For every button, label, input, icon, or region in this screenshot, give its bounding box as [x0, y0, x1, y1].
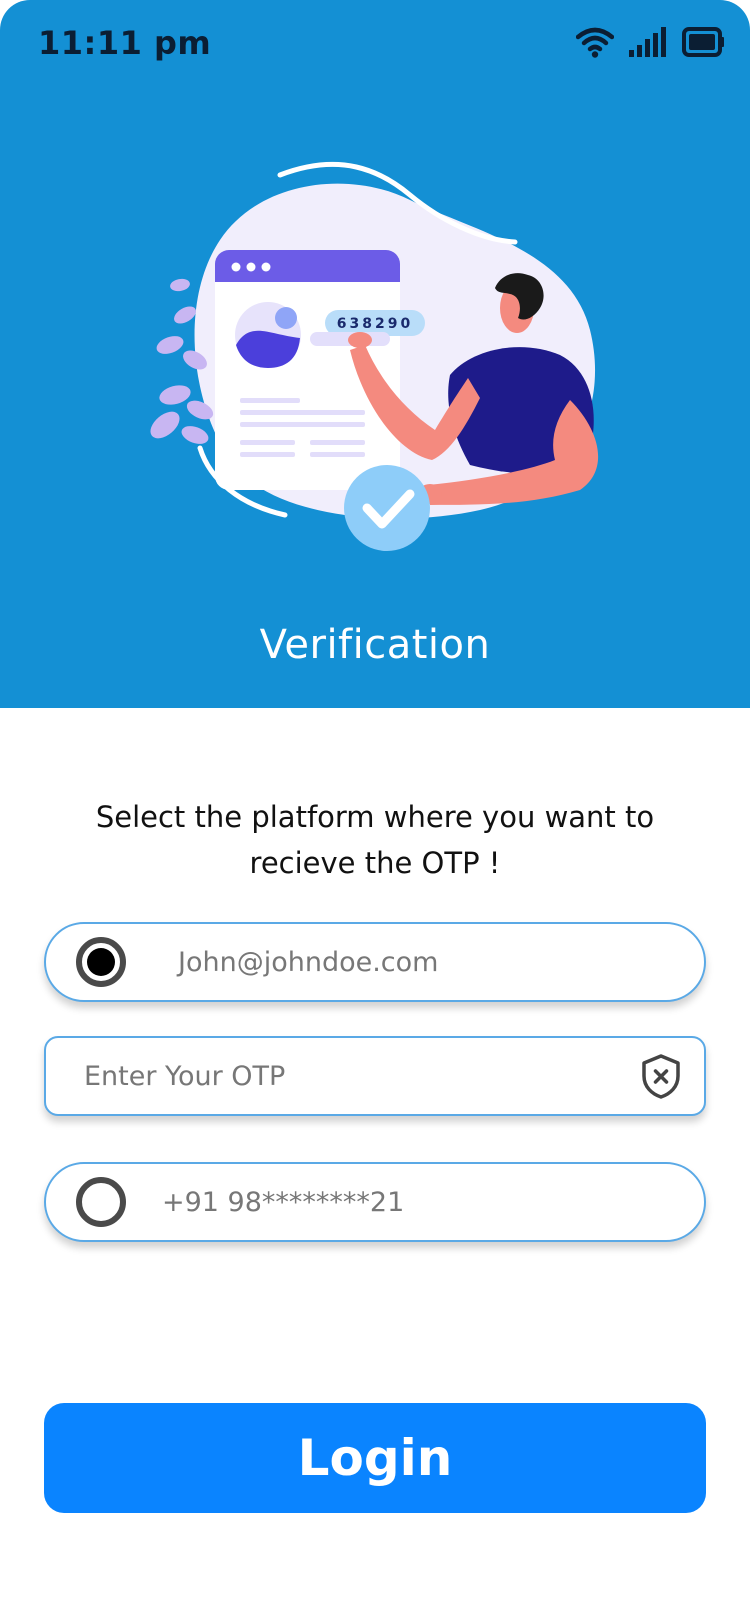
- otp-field[interactable]: [44, 1036, 706, 1116]
- verification-screen: 11:11 pm 638290 Verification Select the …: [0, 0, 750, 1624]
- signal-icon: [629, 27, 666, 57]
- wifi-icon: [576, 27, 614, 58]
- page-title: Verification: [259, 622, 491, 668]
- phone-option[interactable]: +91 98********21: [44, 1162, 706, 1242]
- phone-value: +91 98********21: [162, 1186, 405, 1218]
- email-value: John@johndoe.com: [178, 946, 439, 978]
- shield-close-icon[interactable]: [640, 1053, 682, 1099]
- battery-icon: [682, 27, 724, 57]
- header: 11:11 pm 638290 Verification: [0, 0, 750, 708]
- verification-illustration: 638290: [150, 161, 599, 551]
- otp-input[interactable]: [82, 1051, 582, 1101]
- status-time: 11:11 pm: [38, 24, 212, 62]
- status-bar: 11:11 pm: [0, 0, 750, 90]
- radio-unchecked-icon[interactable]: [76, 1177, 126, 1227]
- email-option[interactable]: John@johndoe.com: [44, 922, 706, 1002]
- status-icons: [576, 26, 724, 58]
- instruction-text: Select the platform where you want to re…: [95, 800, 655, 880]
- login-button[interactable]: Login: [44, 1403, 706, 1513]
- otp-code-text: 638290: [337, 316, 413, 332]
- radio-checked-icon[interactable]: [76, 937, 126, 987]
